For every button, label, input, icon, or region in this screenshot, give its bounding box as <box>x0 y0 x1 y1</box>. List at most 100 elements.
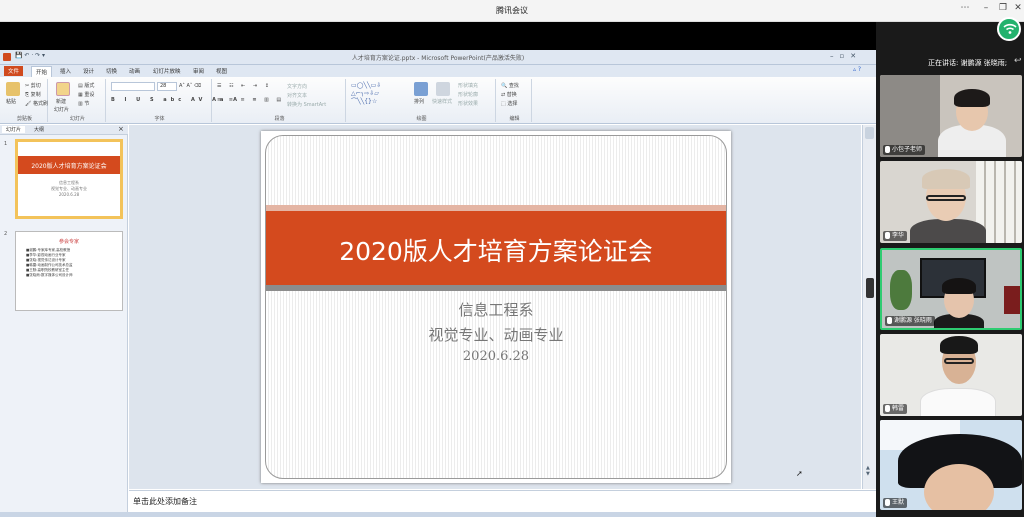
smartart-button[interactable]: 转换为 SmartArt <box>287 101 326 108</box>
thumb2-title: 参会专家 <box>58 239 79 245</box>
tab-file[interactable]: 文件 <box>4 66 24 76</box>
minimize-icon[interactable]: – <box>979 3 993 13</box>
scrollbar-thumb[interactable] <box>865 127 874 139</box>
mouse-cursor-icon: ➚ <box>796 469 803 478</box>
paste-button[interactable]: 粘贴 <box>6 98 16 105</box>
quick-styles-button[interactable]: 快速样式 <box>432 98 452 105</box>
tab-slides[interactable]: 幻灯片 <box>2 126 26 133</box>
shape-outline-button[interactable]: 形状轮廓 <box>458 91 478 98</box>
find-label: 查找 <box>508 83 519 89</box>
arrange-button[interactable]: 排列 <box>414 98 424 105</box>
new-slide-icon[interactable] <box>56 82 70 96</box>
slide-majors[interactable]: 视觉专业、动画专业 <box>266 324 726 345</box>
slide-department[interactable]: 信息工程系 <box>266 299 726 320</box>
slide-scrollbar[interactable]: ▲ ▼ <box>862 125 876 489</box>
notes-placeholder: 单击此处添加备注 <box>133 497 197 506</box>
maximize-icon[interactable]: ❐ <box>996 3 1010 13</box>
slide-edit-area: 2020版人才培育方案论证会 信息工程系 视觉专业、动画专业 2020.6.28… <box>129 125 861 489</box>
reset-label: 重设 <box>84 92 95 98</box>
replace-button[interactable]: ⇄ 替换 <box>501 91 517 98</box>
tab-view[interactable]: 视图 <box>212 66 231 76</box>
slide-thumbnail-2[interactable]: 参会专家 ■谢鹏:专家库专家,高校教授 ■李华:影视动画行业专家 ■张晓:视觉传… <box>15 231 123 311</box>
group-label-slides: 幻灯片 <box>69 116 85 122</box>
new-slide-button[interactable]: 新建 <box>56 98 66 105</box>
mic-icon <box>885 405 890 412</box>
thumb-number: 2 <box>4 231 8 237</box>
tab-home[interactable]: 开始 <box>31 66 53 77</box>
shape-fill-button[interactable]: 形状填充 <box>458 82 478 89</box>
notes-pane[interactable]: 单击此处添加备注 <box>129 490 876 512</box>
thumb1-line3: 2020.6.28 <box>58 192 80 197</box>
collapse-panel-handle[interactable] <box>866 278 874 298</box>
video-tile[interactable]: 韩雷 <box>880 334 1022 416</box>
network-status-icon[interactable] <box>997 17 1021 41</box>
participant-name: 小包子老师 <box>883 145 926 155</box>
list-buttons-icon[interactable]: ☰ ☷ ⇤ ⇥ ↕ <box>217 83 272 89</box>
person-body <box>920 388 996 416</box>
shapes-gallery-icon[interactable]: ▭◯╲╲▭⇩ △⌐┐⇨⇩▱ ⌒╲╲{}☆ <box>351 82 381 106</box>
tab-insert[interactable]: 插入 <box>56 66 75 76</box>
section-label: 节 <box>84 101 90 107</box>
thumb2-list: ■谢鹏:专家库专家,高校教授 ■李华:影视动画行业专家 ■张晓:视觉传达设计专家… <box>26 248 73 278</box>
scroll-arrows-icon[interactable]: ▲ ▼ <box>866 465 870 477</box>
ppt-window-controls-icon[interactable]: –▫✕ <box>830 52 862 60</box>
shape-effects-button[interactable]: 形状效果 <box>458 100 478 107</box>
participant-name: 谢鹏源 张晓雨 <box>885 316 935 326</box>
thumb-number: 1 <box>4 141 8 147</box>
align-text-button[interactable]: 对齐文本 <box>287 92 307 99</box>
find-button[interactable]: 🔍 查找 <box>501 82 519 89</box>
copy-button[interactable]: ⎘ 复制 <box>25 91 41 98</box>
tab-transitions[interactable]: 切换 <box>102 66 121 76</box>
tab-review[interactable]: 审阅 <box>189 66 208 76</box>
person-body <box>910 219 986 243</box>
person-hat <box>922 169 970 189</box>
tab-slideshow[interactable]: 幻灯片放映 <box>149 66 185 76</box>
quick-styles-icon[interactable] <box>436 82 450 96</box>
close-panel-icon[interactable]: × <box>118 125 124 133</box>
section-button[interactable]: ▥ 节 <box>78 100 89 107</box>
video-tile[interactable]: 李华 <box>880 161 1022 243</box>
slide-date[interactable]: 2020.6.28 <box>266 349 726 364</box>
paste-icon[interactable] <box>6 82 20 96</box>
current-slide[interactable]: 2020版人才培育方案论证会 信息工程系 视觉专业、动画专业 2020.6.28 <box>261 131 731 483</box>
group-drawing: ▭◯╲╲▭⇩ △⌐┐⇨⇩▱ ⌒╲╲{}☆ 排列 快速样式 形状填充 形状轮廓 形状效… <box>348 79 496 122</box>
tab-outline[interactable]: 大纲 <box>30 126 48 133</box>
group-slides: 新建 幻灯片 ▤ 版式 ▦ 重设 ▥ 节 幻灯片 <box>50 79 106 122</box>
group-label-editing: 编辑 <box>509 116 520 122</box>
slide-thumbnail-1[interactable]: 2020版人才培育方案论证会 信息工程系 视觉专业、动画专业 2020.6.28 <box>15 139 123 219</box>
person-glasses <box>926 195 966 201</box>
video-tile-active-speaker[interactable]: 谢鹏源 张晓雨 <box>880 248 1022 330</box>
video-plant <box>890 270 912 310</box>
tab-design[interactable]: 设计 <box>79 66 98 76</box>
align-buttons-icon[interactable]: ≡ ≡ ≡ ≣ ▥ ▤ <box>217 97 284 103</box>
person-hair <box>954 89 990 107</box>
new-slide-label: 幻灯片 <box>54 107 70 113</box>
menu-icon[interactable]: ⋯ <box>958 3 972 13</box>
cut-button[interactable]: ✂ 剪切 <box>25 82 41 89</box>
text-direction-button[interactable]: 文字方向 <box>287 83 307 90</box>
format-painter-button[interactable]: 🖌 格式刷 <box>25 100 48 107</box>
ppt-titlebar: 💾 ↶ · ↷ ▾ 人才培育方案论证.pptx - Microsoft Powe… <box>0 50 876 65</box>
video-tile[interactable]: 小包子老师 <box>880 75 1022 157</box>
font-size-select[interactable]: 28 <box>157 82 177 91</box>
thumb2-item: ■张晓雨:数字媒体公司设计师 <box>26 273 73 277</box>
help-icon[interactable]: ▵ ? <box>853 66 861 73</box>
slide-title[interactable]: 2020版人才培育方案论证会 <box>266 232 726 268</box>
powerpoint-window: 💾 ↶ · ↷ ▾ 人才培育方案论证.pptx - Microsoft Powe… <box>0 50 876 517</box>
group-paragraph: ☰ ☷ ⇤ ⇥ ↕ ≡ ≡ ≡ ≣ ▥ ▤ 文字方向 对齐文本 转换为 Smar… <box>214 79 346 122</box>
copy-label: 复制 <box>30 92 41 98</box>
cut-label: 剪切 <box>30 83 41 89</box>
select-button[interactable]: ⬚ 选择 <box>501 100 517 107</box>
reset-button[interactable]: ▦ 重设 <box>78 91 94 98</box>
layout-button[interactable]: ▤ 版式 <box>78 82 94 89</box>
arrange-icon[interactable] <box>414 82 428 96</box>
meeting-titlebar: 腾讯会议 ⋯ – ❐ ✕ <box>0 0 1024 22</box>
grow-shrink-font-icon[interactable]: A˄ A˅ ⌫ <box>179 83 201 89</box>
mic-icon <box>887 317 892 324</box>
collapse-icon[interactable]: ↩ <box>1014 56 1022 66</box>
participant-name-text: 小包子老师 <box>892 146 923 153</box>
tab-animations[interactable]: 动画 <box>125 66 144 76</box>
close-icon[interactable]: ✕ <box>1011 3 1024 13</box>
video-tile[interactable]: 王默 <box>880 420 1022 510</box>
font-name-select[interactable] <box>111 82 155 91</box>
